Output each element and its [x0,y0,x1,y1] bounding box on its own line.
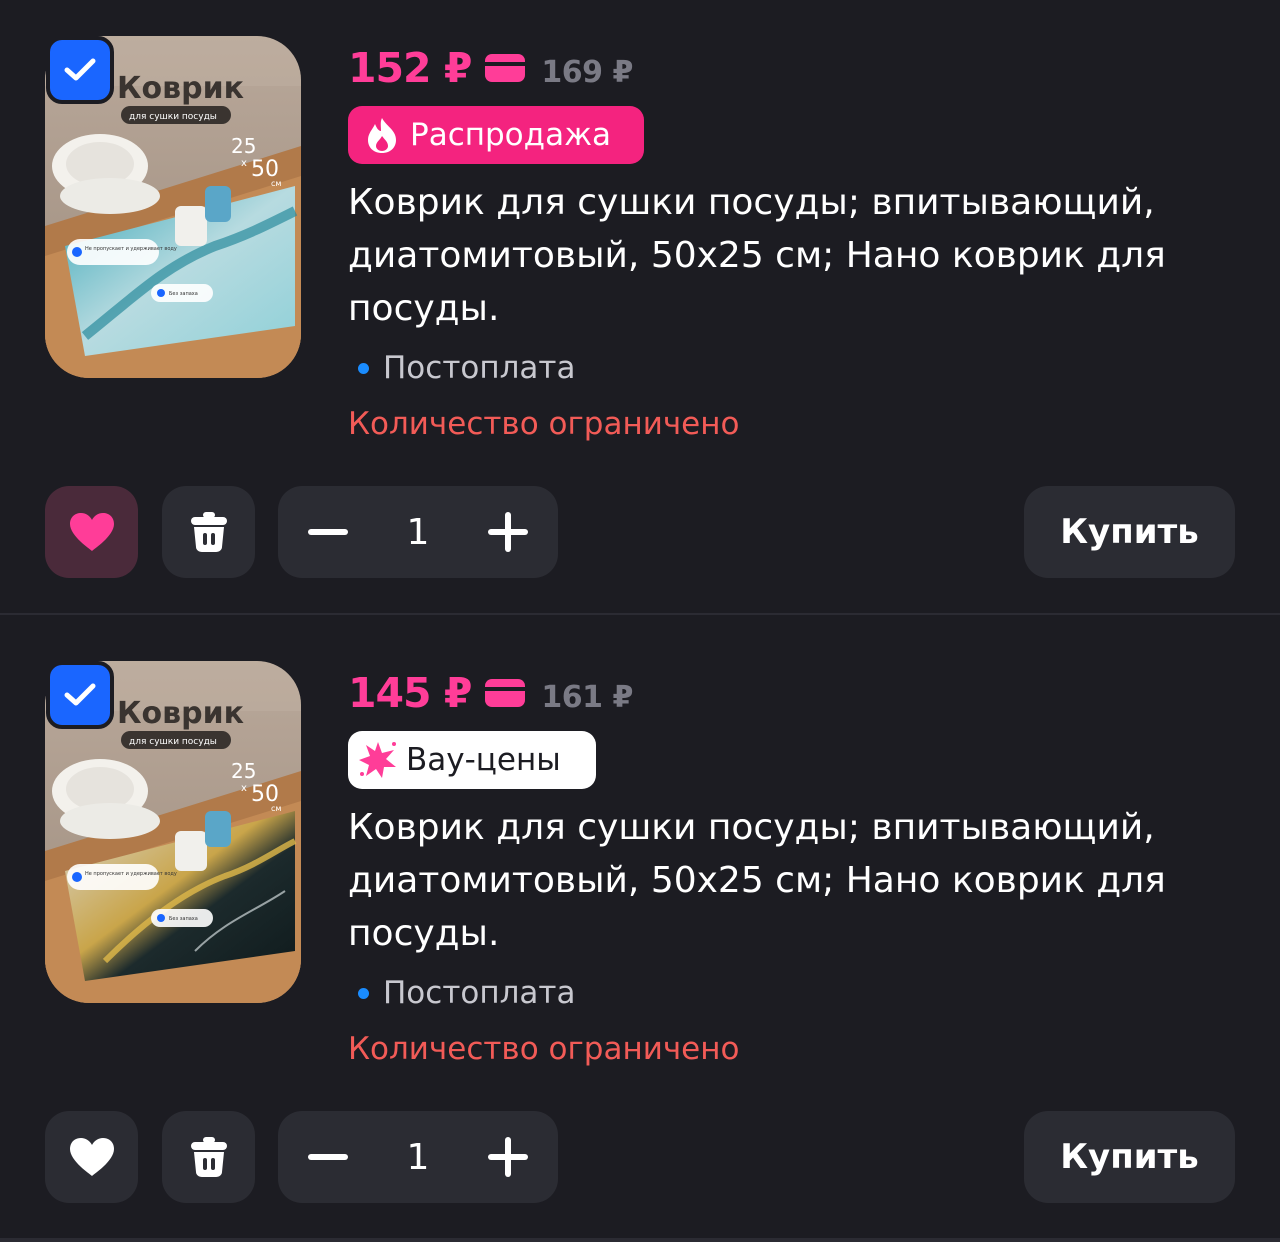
payment-method: Постоплата [358,971,575,1015]
old-price: 161 ₽ [541,679,633,715]
delete-button[interactable] [162,486,255,578]
price-row: 145 ₽ 161 ₽ [348,665,633,721]
badge-label: Распродажа [410,117,612,153]
payment-method: Постоплата [358,346,575,390]
stock-note: Количество ограничено [348,406,740,442]
bottom-divider [0,1238,1280,1242]
price-row: 152 ₽ 169 ₽ [348,40,633,96]
increase-button[interactable] [478,502,538,562]
current-price: 152 ₽ [348,44,472,92]
quantity-value: 1 [406,1136,430,1178]
status-dot [358,362,369,374]
decrease-button[interactable] [298,502,358,562]
favorite-button[interactable] [45,486,138,578]
checkmark-icon [64,58,96,81]
item-divider [0,613,1280,615]
old-price: 169 ₽ [541,54,633,90]
image-callout-2: Без запаха [169,916,198,922]
image-size-x: x [241,158,247,169]
image-brand-text: Коврик [117,696,244,731]
minus-icon [308,1154,348,1160]
checkmark-icon [64,683,96,706]
minus-icon [308,529,348,535]
image-unit: см [271,804,281,813]
image-size-x: x [241,783,247,794]
product-title[interactable]: Коврик для сушки посуды; впитывающий, ди… [348,176,1228,335]
current-price: 145 ₽ [348,669,472,717]
stock-note: Количество ограничено [348,1031,740,1067]
payment-label: Постоплата [383,350,576,386]
increase-button[interactable] [478,1127,538,1187]
trash-icon [190,1137,227,1177]
select-checkbox[interactable] [46,36,114,104]
image-callout-1: Не пропускает и удерживает воду [85,871,177,877]
buy-button[interactable]: Купить [1024,1111,1235,1203]
trash-icon [190,512,227,552]
favorite-button[interactable] [45,1111,138,1203]
image-unit: см [271,179,281,188]
image-size-a: 25 [231,759,256,783]
plus-icon [488,512,528,552]
product-title[interactable]: Коврик для сушки посуды; впитывающий, ди… [348,801,1228,960]
cart-item: Коврик для сушки посуды 25 x 50 см Не пр… [0,0,1280,626]
bank-card-icon [485,54,526,82]
plus-icon [488,1137,528,1177]
star-burst-icon [358,740,398,780]
bank-card-icon [485,679,526,707]
fire-icon [362,115,402,155]
select-checkbox[interactable] [46,661,114,729]
quantity-stepper: 1 [278,1111,558,1203]
image-callout-2: Без запаха [169,291,198,297]
buy-button[interactable]: Купить [1024,486,1235,578]
cart-item: Коврик для сушки посуды 25 x 50 см Не пр… [0,625,1280,1242]
cart-page: Коврик для сушки посуды 25 x 50 см Не пр… [0,0,1280,1242]
payment-label: Постоплата [383,975,576,1011]
quantity-stepper: 1 [278,486,558,578]
heart-icon [69,513,114,551]
sale-badge: Распродажа [348,106,644,164]
delete-button[interactable] [162,1111,255,1203]
decrease-button[interactable] [298,1127,358,1187]
heart-icon [69,1138,114,1176]
image-callout-1: Не пропускает и удерживает воду [85,246,177,252]
image-subtitle-text: для сушки посуды [129,737,217,747]
image-brand-text: Коврик [117,71,244,106]
wow-price-badge: Вау-цены [348,731,596,789]
status-dot [358,987,369,999]
image-size-a: 25 [231,134,256,158]
image-subtitle-text: для сушки посуды [129,112,217,122]
quantity-value: 1 [406,511,430,553]
badge-label: Вау-цены [406,742,561,778]
